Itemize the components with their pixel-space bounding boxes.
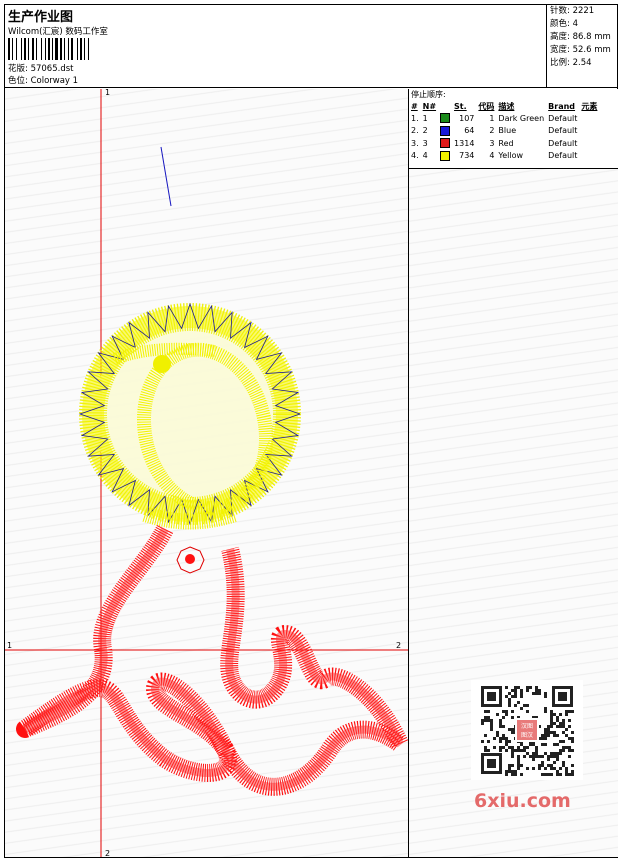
- guide-label-top: 1: [105, 89, 110, 97]
- color-swatch: [440, 125, 451, 136]
- seal-body-core: [22, 527, 404, 791]
- color-swatch: [440, 150, 451, 161]
- design-label: 花版:: [8, 64, 28, 74]
- stat-scale: 比例: 2.54: [550, 58, 592, 68]
- col-stitches: St.: [454, 101, 467, 111]
- col-element: 元素: [581, 101, 598, 111]
- col-swatch: [438, 100, 452, 112]
- col-description: 描述: [498, 101, 515, 111]
- table-row: 4. 4 734 4 Yellow Default: [411, 150, 578, 161]
- colorway-label: 色位:: [8, 76, 28, 86]
- stat-colors: 颜色: 4: [550, 19, 578, 29]
- ball-star: [153, 355, 171, 373]
- guide-label-left: 1: [7, 641, 12, 650]
- guide-label-right: 2: [396, 641, 401, 650]
- svg-text:图汉: 图汉: [521, 731, 533, 739]
- col-brand: Brand: [548, 101, 576, 111]
- design-value: 57065.dst: [30, 64, 74, 74]
- qr-code-image: 汉图 图汉: [481, 686, 574, 776]
- table-header-row: # N# St. 代码 描述 Brand 元素: [409, 100, 599, 112]
- color-swatch: [440, 138, 451, 149]
- design-canvas: 1 2 1 2: [5, 89, 409, 857]
- table-row: 1. 1 107 1 Dark Green Default: [411, 113, 578, 124]
- stat-stitches: 针数: 2221: [550, 6, 595, 16]
- table-row: 3. 3 1314 3 Red Default: [411, 138, 578, 149]
- stop-sequence-panel: 停止顺序: # N# St. 代码 描述 Brand 元素 1. 1 107 1…: [409, 89, 618, 169]
- embroidery-preview: 1 2 1 2: [5, 89, 408, 857]
- col-number: N#: [422, 101, 437, 111]
- blue-jump-stitch: [160, 146, 172, 207]
- seal-body-stitches: [16, 524, 408, 796]
- company-name: Wilcom(汇宸) 数码工作室: [8, 27, 108, 37]
- qr-code[interactable]: 汉图 图汉: [471, 680, 583, 780]
- color-swatch: [440, 113, 451, 124]
- stop-sequence-table: # N# St. 代码 描述 Brand 元素 1. 1 107 1 Dark …: [409, 100, 599, 162]
- seal-eye: [185, 554, 195, 564]
- design-file: 花版: 57065.dst: [8, 62, 73, 74]
- ball: [78, 302, 301, 530]
- table-row: 2. 2 64 2 Blue Default: [411, 125, 578, 136]
- col-index: #: [411, 101, 418, 111]
- stat-height: 高度: 86.8 mm: [550, 32, 611, 42]
- stat-width: 宽度: 52.6 mm: [550, 45, 611, 55]
- colorway: 色位: Colorway 1: [8, 74, 78, 86]
- svg-text:汉图: 汉图: [521, 722, 533, 730]
- stop-sequence-label: 停止顺序:: [411, 90, 446, 99]
- stats-panel: 针数: 2221 颜色: 4 高度: 86.8 mm 宽度: 52.6 mm 比…: [546, 4, 618, 87]
- colorway-value: Colorway 1: [30, 76, 79, 86]
- barcode: [8, 38, 89, 60]
- col-code: 代码: [478, 101, 495, 111]
- guide-label-bottom: 2: [105, 849, 110, 857]
- page-title: 生产作业图: [8, 10, 74, 25]
- watermark-logo[interactable]: 6xiu.com: [474, 790, 571, 812]
- seal: [16, 524, 408, 796]
- header: 生产作业图 Wilcom(汇宸) 数码工作室 花版: 57065.dst 色位:…: [4, 4, 618, 88]
